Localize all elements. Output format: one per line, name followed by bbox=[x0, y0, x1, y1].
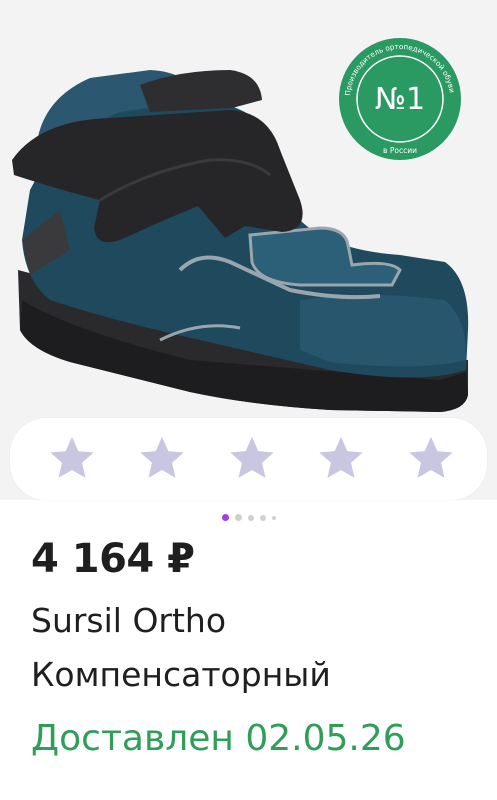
star-icon[interactable] bbox=[134, 431, 190, 487]
star-icon[interactable] bbox=[313, 431, 369, 487]
pagination-dot[interactable] bbox=[234, 514, 242, 521]
badge-number: №1 bbox=[375, 82, 425, 117]
image-pagination[interactable] bbox=[0, 514, 497, 521]
manufacturer-badge: Производитель ортопедической обуви №1 в … bbox=[339, 38, 461, 160]
product-price: 4 164 ₽ bbox=[31, 536, 195, 582]
product-title-line2[interactable]: Компенсаторный bbox=[31, 655, 331, 694]
star-icon[interactable] bbox=[403, 431, 459, 487]
pagination-dot[interactable] bbox=[247, 514, 254, 521]
pagination-dot[interactable] bbox=[271, 515, 276, 520]
rating-stars[interactable] bbox=[10, 418, 487, 500]
product-card[interactable]: Производитель ортопедической обуви №1 в … bbox=[0, 0, 497, 800]
pagination-dot-active[interactable] bbox=[221, 514, 229, 521]
star-icon[interactable] bbox=[224, 431, 280, 487]
product-title-line1[interactable]: Sursil Ortho bbox=[31, 601, 226, 640]
badge-bottom-text: в России bbox=[383, 146, 417, 155]
pagination-dot[interactable] bbox=[259, 514, 266, 521]
star-icon[interactable] bbox=[44, 431, 100, 487]
delivery-status: Доставлен 02.05.26 bbox=[31, 718, 406, 759]
